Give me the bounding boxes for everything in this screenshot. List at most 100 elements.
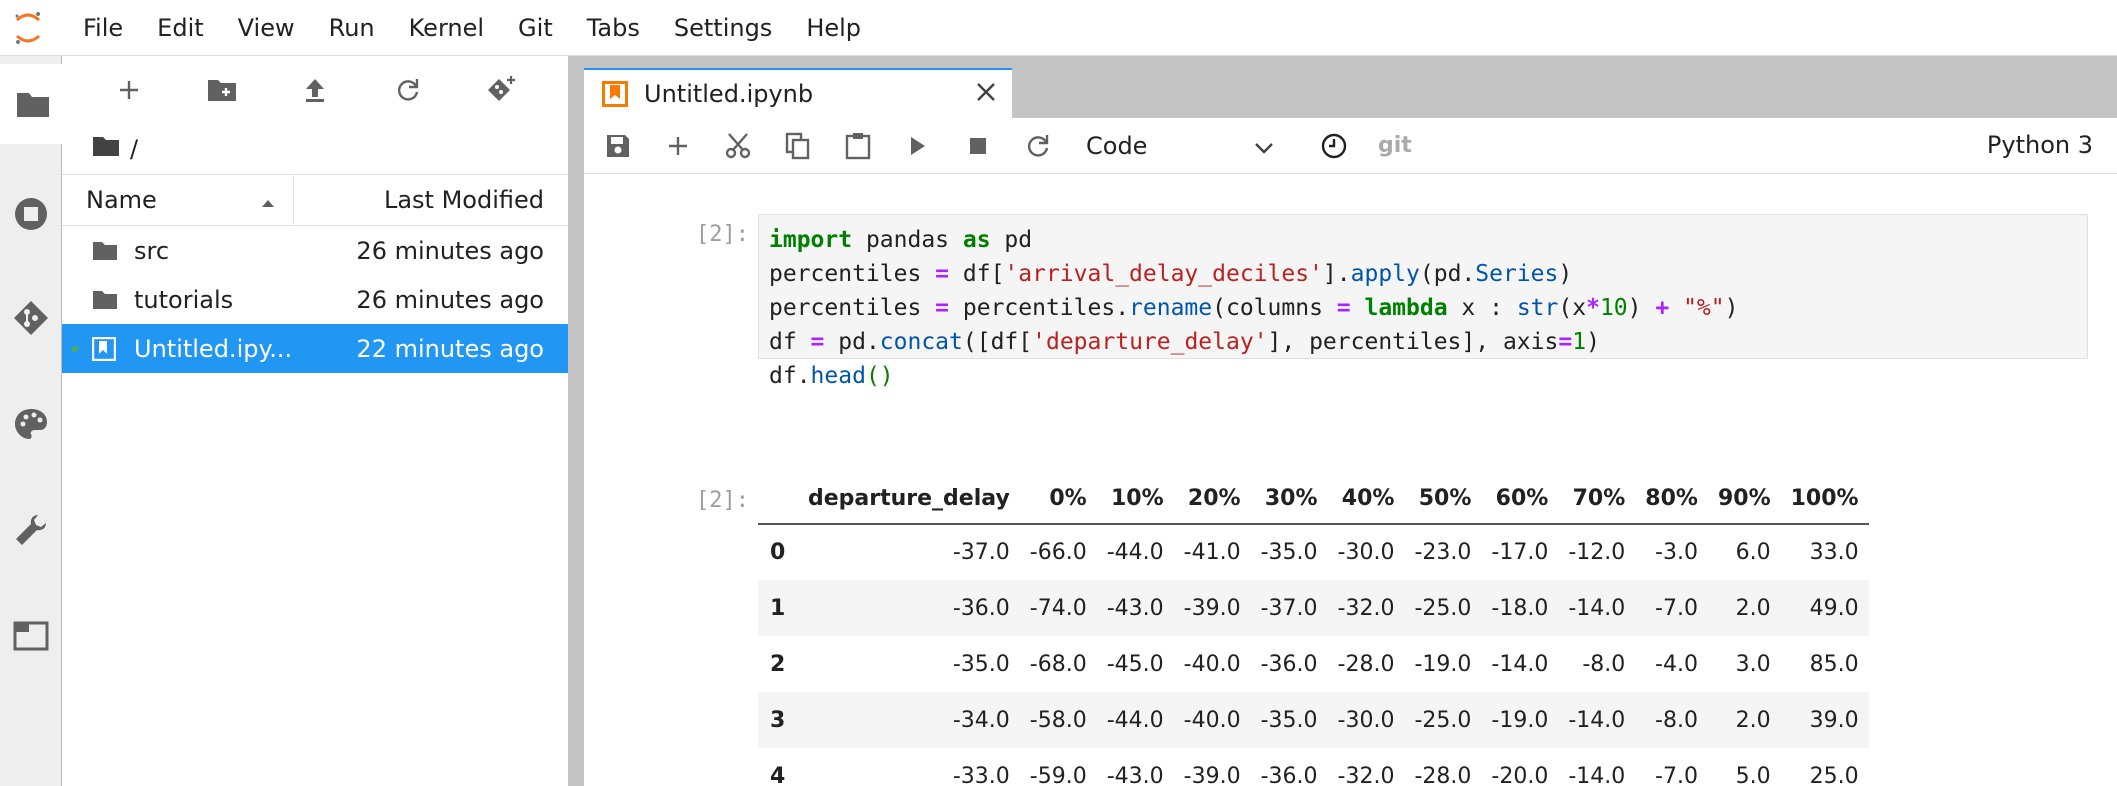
row-index: 0 — [770, 540, 786, 565]
table-header-row: departure_delay 0% 10% 20% 30% 40% 50% 6… — [758, 474, 1869, 525]
table-cell: -35.0 — [952, 651, 1010, 677]
table-cell: -8.0 — [1582, 651, 1626, 677]
column-header: 50% — [1404, 474, 1482, 525]
menu-git[interactable]: Git — [501, 0, 570, 56]
table-cell: -66.0 — [1029, 540, 1087, 565]
table-cell: -74.0 — [1029, 595, 1087, 621]
table-cell: -12.0 — [1568, 540, 1626, 565]
tab-untitled-notebook[interactable]: Untitled.ipynb — [584, 68, 1012, 118]
new-folder-icon[interactable] — [195, 70, 248, 110]
table-cell: -39.0 — [1183, 763, 1241, 786]
file-modified: 26 minutes ago — [356, 285, 544, 314]
table-cell: -14.0 — [1568, 707, 1626, 733]
table-cell: -58.0 — [1029, 707, 1087, 733]
menu-help[interactable]: Help — [789, 0, 878, 56]
menu-view[interactable]: View — [221, 0, 312, 56]
table-cell: -36.0 — [1260, 651, 1318, 677]
table-cell: -23.0 — [1414, 540, 1472, 565]
code-cell-editor[interactable]: import pandas as pd percentiles = df['ar… — [758, 214, 2088, 389]
menu-kernel[interactable]: Kernel — [392, 0, 501, 56]
menu-tabs[interactable]: Tabs — [570, 0, 657, 56]
column-header: 20% — [1173, 474, 1251, 525]
running-icon[interactable] — [0, 174, 62, 254]
menu-file[interactable]: File — [66, 0, 140, 56]
notebook-icon — [92, 336, 122, 361]
caret-up-icon — [261, 186, 275, 214]
git-diff-button[interactable]: git — [1378, 133, 1412, 158]
table-cell: -8.0 — [1655, 707, 1698, 733]
menu-run[interactable]: Run — [312, 0, 392, 56]
name-column-header[interactable]: Name — [62, 175, 294, 225]
table-row: 3 -34.0 -58.0 -44.0 -40.0 -35.0 -30.0 -25.0 -19.… — [758, 692, 1869, 748]
table-cell: -19.0 — [1414, 651, 1472, 677]
table-cell: -14.0 — [1491, 651, 1549, 677]
table-cell: -40.0 — [1183, 651, 1241, 677]
notebook-content: [2]: import pandas as pd percentiles = d… — [584, 174, 2117, 786]
run-icon[interactable] — [888, 126, 948, 166]
menu-edit[interactable]: Edit — [140, 0, 220, 56]
cell-type-value: Code — [1086, 131, 1148, 160]
table-cell: -28.0 — [1414, 763, 1472, 786]
table-cell: -7.0 — [1655, 595, 1698, 621]
cut-icon[interactable] — [708, 126, 768, 166]
table-cell: -37.0 — [952, 540, 1010, 565]
table-cell: -36.0 — [1260, 763, 1318, 786]
running-indicator — [72, 346, 78, 352]
table-cell: -41.0 — [1183, 540, 1241, 565]
row-index: 3 — [770, 707, 786, 733]
file-modified: 26 minutes ago — [356, 236, 544, 265]
last-modified-column-header[interactable]: Last Modified — [294, 175, 568, 225]
folder-icon[interactable] — [92, 135, 120, 163]
row-index: 1 — [770, 595, 786, 621]
restart-icon[interactable] — [1008, 126, 1068, 166]
table-cell: 39.0 — [1809, 707, 1859, 733]
table-cell: -32.0 — [1337, 763, 1395, 786]
palette-icon[interactable] — [0, 384, 62, 464]
clock-icon[interactable] — [1304, 126, 1364, 166]
file-item-src[interactable]: src 26 minutes ago — [62, 226, 568, 275]
save-icon[interactable] — [588, 126, 648, 166]
table-cell: -28.0 — [1337, 651, 1395, 677]
table-cell: -33.0 — [952, 763, 1010, 786]
panel-splitter[interactable] — [568, 56, 584, 786]
table-cell: -37.0 — [1260, 595, 1318, 621]
tabs-icon[interactable] — [0, 596, 62, 676]
wrench-icon[interactable] — [0, 490, 62, 570]
table-cell: 49.0 — [1809, 595, 1859, 621]
tab-bar: Untitled.ipynb — [584, 56, 2117, 118]
add-cell-icon[interactable] — [648, 126, 708, 166]
menu-settings[interactable]: Settings — [657, 0, 789, 56]
table-cell: -36.0 — [952, 595, 1010, 621]
column-header: 70% — [1558, 474, 1636, 525]
row-index: 4 — [770, 763, 786, 786]
upload-icon[interactable] — [288, 70, 341, 110]
git-clone-icon[interactable] — [475, 70, 528, 110]
table-cell: -43.0 — [1106, 595, 1164, 621]
kernel-name[interactable]: Python 3 — [1987, 131, 2093, 159]
name-header-label: Name — [86, 186, 157, 214]
paste-icon[interactable] — [828, 126, 888, 166]
table-cell: -3.0 — [1655, 540, 1698, 565]
column-header: 90% — [1707, 474, 1781, 525]
file-list: src 26 minutes ago tutorials 26 minutes … — [62, 226, 568, 373]
table-row: 2 -35.0 -68.0 -45.0 -40.0 -36.0 -28.0 -19.0 -14.… — [758, 636, 1869, 692]
file-item-untitled-notebook[interactable]: Untitled.ipy... 22 minutes ago — [62, 324, 568, 373]
folder-icon[interactable] — [0, 64, 63, 144]
table-cell: -19.0 — [1491, 707, 1549, 733]
file-item-tutorials[interactable]: tutorials 26 minutes ago — [62, 275, 568, 324]
close-icon[interactable] — [976, 82, 996, 106]
table-cell: -4.0 — [1655, 651, 1698, 677]
stop-icon[interactable] — [948, 126, 1008, 166]
table-cell: -30.0 — [1337, 707, 1395, 733]
activity-bar — [0, 56, 63, 786]
plus-icon[interactable] — [102, 70, 155, 110]
breadcrumb-root[interactable]: / — [130, 135, 138, 163]
row-index: 2 — [770, 651, 786, 677]
table-cell: -30.0 — [1337, 540, 1395, 565]
refresh-icon[interactable] — [382, 70, 435, 110]
cell-type-dropdown[interactable]: Code — [1078, 126, 1278, 166]
git-icon[interactable] — [0, 278, 62, 358]
table-cell: -17.0 — [1491, 540, 1549, 565]
jupyter-logo-icon — [0, 0, 56, 56]
copy-icon[interactable] — [768, 126, 828, 166]
